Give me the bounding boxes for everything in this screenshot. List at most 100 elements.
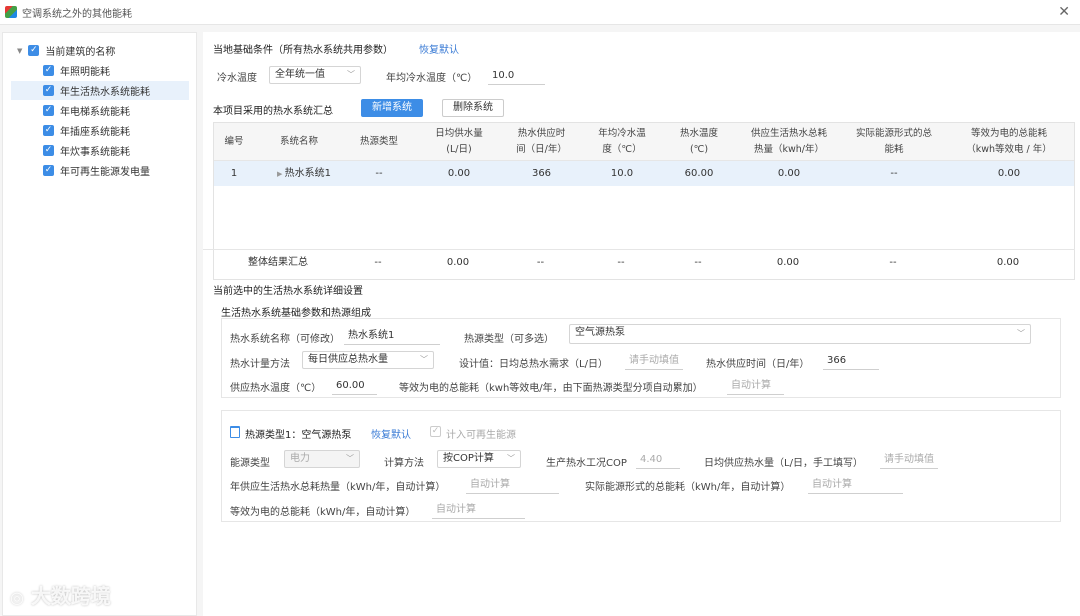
table-summary-row: 整体结果汇总 -- 0.00 -- -- -- 0.00 -- 0.00 — [203, 249, 1075, 274]
checkbox-icon[interactable]: ✓ — [43, 105, 54, 116]
energy-type-label: 能源类型 — [230, 458, 270, 469]
basic-reset-link[interactable]: 恢复默认 — [419, 41, 459, 56]
main-panel: 当地基础条件（所有热水系统共用参数） 恢复默认 冷水温度 全年统一值 ﹀ 年均冷… — [203, 32, 1080, 616]
source-reset-link[interactable]: 恢复默认 — [371, 426, 411, 441]
cell: 整体结果汇总 — [248, 257, 308, 268]
col-header: 年均冷水温 度（℃） — [598, 128, 646, 155]
trash-icon[interactable] — [230, 426, 240, 438]
tree-item-label: 年插座系统能耗 — [60, 127, 130, 138]
tree-item-label: 年照明能耗 — [60, 67, 110, 78]
chevron-down-icon: ﹀ — [1017, 329, 1025, 338]
checkbox-icon[interactable]: ✓ — [43, 65, 54, 76]
source-type-select[interactable]: 空气源热泵 ﹀ — [569, 324, 1031, 344]
cell: 0.00 — [447, 168, 471, 179]
table-header: 编号 系统名称 热源类型 日均供水量 (L/日) 热水供应时 间（日/年） 年均… — [214, 123, 1074, 161]
chevron-down-icon: ﹀ — [347, 70, 355, 79]
watermark-logo-icon: ◎ — [10, 588, 24, 607]
daily-supply-label: 日均供应热水量（L/日，手工填写） — [704, 458, 863, 469]
energy-type-value: 电力 — [290, 453, 310, 464]
app-icon — [5, 6, 17, 18]
col-header: 编号 — [224, 136, 244, 147]
source-title: 热源类型1：空气源热泵 — [245, 430, 352, 441]
chevron-down-icon: ﹀ — [346, 454, 354, 463]
expand-triangle-icon[interactable]: ▶ — [277, 170, 285, 178]
cell: 0.00 — [997, 168, 1021, 179]
checkbox-icon[interactable]: ✓ — [43, 165, 54, 176]
tree-item-lighting[interactable]: ✓ 年照明能耗 — [43, 61, 193, 80]
method-value: 按COP计算 — [443, 453, 494, 464]
col-header: 日均供水量 (L/日) — [435, 128, 483, 155]
system-name-input[interactable]: 热水系统1 — [344, 327, 440, 345]
checkbox-icon[interactable]: ✓ — [43, 125, 54, 136]
annual-temp-label: 年均冷水温度（℃） — [386, 73, 478, 84]
tree-item-label: 年生活热水系统能耗 — [60, 87, 150, 98]
cell: 0.00 — [776, 257, 800, 268]
tree-item-renewable[interactable]: ✓ 年可再生能源发电量 — [43, 161, 193, 180]
tree-item-elevator[interactable]: ✓ 年电梯系统能耗 — [43, 101, 193, 120]
col-header: 供应生活热水总耗 热量（kwh/年） — [750, 128, 827, 155]
detail-subtitle: 生活热水系统基础参数和热源组成 — [221, 308, 371, 319]
cell: -- — [890, 168, 898, 179]
source-equiv-label: 等效为电的总能耗（kWh/年，自动计算） — [230, 507, 416, 518]
equiv-energy-label: 等效为电的总能耗（kwh等效电/年，由下面热源类型分项自动累加） — [399, 383, 703, 394]
tree-item-hot-water[interactable]: ✓ 年生活热水系统能耗 — [11, 81, 189, 100]
col-header: 热水供应时 间（日/年） — [516, 128, 567, 155]
cell: -- — [617, 257, 625, 268]
tree-panel: ▼ ✓ 当前建筑的名称 ✓ 年照明能耗 ✓ 年生活热水系统能耗 ✓ 年电梯系统能… — [2, 32, 197, 616]
basic-title: 当地基础条件（所有热水系统共用参数） — [213, 45, 393, 56]
checkbox-icon[interactable]: ✓ — [43, 145, 54, 156]
source-card: 热源类型1：空气源热泵 恢复默认 ✓ 计入可再生能源 能源类型 电力 ﹀ 计算方… — [221, 410, 1061, 522]
supply-temp-input[interactable]: 60.00 — [332, 377, 377, 395]
tree-item-cooking[interactable]: ✓ 年炊事系统能耗 — [43, 141, 193, 160]
source-type-label: 热源类型（可多选） — [464, 334, 554, 345]
col-header: 热水温度 (℃) — [679, 128, 718, 155]
cell-text: 热水系统1 — [284, 168, 331, 179]
close-icon[interactable]: ✕ — [1058, 4, 1070, 20]
design-label: 设计值：日均总热水需求（L/日） — [459, 359, 608, 370]
supply-time-input[interactable]: 366 — [823, 352, 879, 370]
annual-heat-label: 年供应生活热水总耗热量（kWh/年，自动计算） — [230, 482, 446, 493]
cell: 0.00 — [777, 168, 801, 179]
source-equiv-input: 自动计算 — [432, 501, 525, 519]
title-bar: 空调系统之外的其他能耗 ✕ — [0, 0, 1080, 25]
calc-method-select[interactable]: 每日供应总热水量 ﹀ — [302, 351, 434, 369]
cell: 1 — [230, 168, 238, 179]
cell: 10.0 — [610, 168, 634, 179]
tree-root[interactable]: ▼ ✓ 当前建筑的名称 — [17, 41, 115, 60]
energy-type-select[interactable]: 电力 ﹀ — [284, 450, 360, 468]
window-title: 空调系统之外的其他能耗 — [22, 8, 132, 20]
water-temp-select[interactable]: 全年统一值 ﹀ — [269, 66, 361, 84]
annual-temp-input[interactable]: 10.0 — [488, 67, 545, 85]
summary-title: 本项目采用的热水系统汇总 — [213, 106, 333, 117]
design-input[interactable]: 请手动填值 — [625, 352, 683, 370]
cop-input[interactable]: 4.40 — [636, 451, 680, 469]
cell: -- — [694, 257, 702, 268]
tree-item-label: 年电梯系统能耗 — [60, 107, 130, 118]
cell: -- — [889, 257, 897, 268]
tree-item-label: 年可再生能源发电量 — [60, 167, 150, 178]
renewable-label: 计入可再生能源 — [446, 430, 516, 441]
add-system-button[interactable]: 新增系统 — [361, 99, 423, 117]
cell: -- — [536, 257, 545, 268]
detail-title: 当前选中的生活热水系统详细设置 — [213, 286, 363, 297]
daily-supply-input[interactable]: 请手动填值 — [880, 451, 938, 469]
cell: -- — [374, 257, 382, 268]
collapse-triangle-icon[interactable]: ▼ — [17, 47, 22, 55]
name-label: 热水系统名称（可修改） — [230, 334, 340, 345]
cell: 60.00 — [684, 168, 714, 179]
tree-root-label: 当前建筑的名称 — [45, 47, 116, 58]
delete-system-button[interactable]: 删除系统 — [442, 99, 504, 117]
checkbox-icon[interactable]: ✓ — [43, 85, 54, 96]
table-row[interactable]: 1 ▶ 热水系统1 -- 0.00 366 10.0 60.00 0.00 --… — [214, 161, 1074, 186]
supply-time-label: 热水供应时间（日/年） — [706, 359, 810, 370]
checkbox-icon[interactable]: ✓ — [28, 45, 40, 56]
col-header: 等效为电的总能耗 （kwh等效电 / 年） — [966, 128, 1052, 155]
col-header: 热源类型 — [359, 136, 398, 147]
actual-energy-label: 实际能源形式的总能耗（kWh/年，自动计算） — [585, 482, 791, 493]
tree-item-socket[interactable]: ✓ 年插座系统能耗 — [43, 121, 193, 140]
renewable-checkbox[interactable]: ✓ — [430, 426, 441, 437]
col-header: 系统名称 — [279, 136, 318, 147]
chevron-down-icon: ﹀ — [420, 355, 428, 364]
cop-label: 生产热水工况COP — [546, 458, 627, 469]
method-select[interactable]: 按COP计算 ﹀ — [437, 450, 521, 468]
